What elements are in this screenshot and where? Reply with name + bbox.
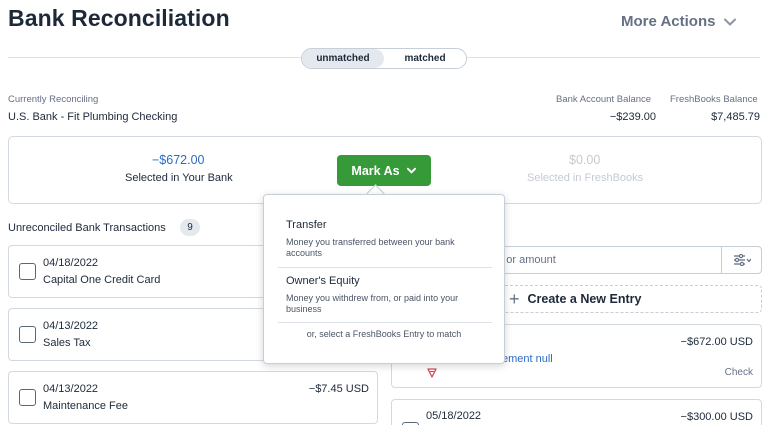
selected-bank-label: Selected in Your Bank (125, 172, 233, 184)
mark-as-button[interactable]: Mark As (337, 155, 431, 186)
pin-icon (427, 368, 437, 378)
menu-item-transfer[interactable]: Transfer Money you transferred between y… (264, 219, 504, 259)
menu-item-description: Money you withdrew from, or paid into yo… (286, 293, 459, 314)
bank-balance-value: −$239.00 (609, 111, 656, 123)
create-new-entry-button[interactable]: + Create a New Entry (486, 285, 762, 313)
toggle-matched[interactable]: matched (384, 49, 466, 68)
freshbooks-balance-value: $7,485.79 (711, 111, 760, 123)
more-actions-label: More Actions (621, 13, 716, 30)
menu-item-title: Transfer (286, 219, 327, 231)
selected-bank-amount: −$672.00 (152, 153, 205, 167)
transaction-amount: −$7.45 USD (308, 383, 369, 395)
transaction-checkbox[interactable] (19, 326, 36, 343)
menu-item-owners-equity[interactable]: Owner's Equity Money you withdrew from, … (264, 275, 504, 315)
transaction-description: Sales Tax (43, 337, 91, 349)
transaction-description: Capital One Credit Card (43, 274, 161, 286)
filter-button[interactable] (721, 247, 761, 273)
entry-date: 05/18/2022 (426, 410, 482, 422)
mark-as-menu: Transfer Money you transferred between y… (263, 194, 505, 364)
entry-search-box (486, 246, 762, 274)
entry-link[interactable]: ement null (502, 353, 553, 365)
chevron-down-icon (406, 167, 416, 174)
menu-footer-hint: or, select a FreshBooks Entry to match (306, 329, 462, 339)
account-name: U.S. Bank - Fit Plumbing Checking (8, 111, 178, 123)
transaction-checkbox[interactable] (19, 389, 36, 406)
chevron-down-icon (724, 18, 737, 26)
currently-reconciling-label: Currently Reconciling (8, 94, 99, 105)
menu-item-title: Owner's Equity (286, 275, 360, 287)
unreconciled-count-badge: 9 (180, 219, 200, 236)
freshbooks-balance-label: FreshBooks Balance (670, 94, 758, 105)
menu-divider (278, 322, 492, 323)
entry-amount: −$672.00 USD (680, 336, 753, 348)
transaction-date: 04/13/2022 (43, 320, 99, 332)
filter-sliders-icon (733, 254, 751, 266)
create-entry-label: Create a New Entry (527, 292, 642, 306)
selected-freshbooks-label: Selected in FreshBooks (527, 172, 644, 184)
menu-item-description: Money you transferred between your bank … (286, 237, 455, 258)
bank-balance-label: Bank Account Balance (556, 94, 652, 105)
transaction-checkbox[interactable] (19, 263, 36, 280)
menu-divider (278, 267, 492, 268)
view-toggle: unmatched matched (301, 48, 467, 69)
transaction-description: Maintenance Fee (43, 400, 128, 412)
transaction-date: 04/13/2022 (43, 383, 99, 395)
plus-icon: + (509, 289, 520, 309)
freshbooks-entry-row[interactable]: 05/18/2022 −$300.00 USD (391, 399, 762, 425)
transaction-date: 04/18/2022 (43, 257, 99, 269)
entry-amount: −$300.00 USD (680, 411, 753, 423)
unreconciled-title: Unreconciled Bank Transactions (8, 222, 166, 234)
more-actions-button[interactable]: More Actions (621, 13, 737, 30)
page-title: Bank Reconciliation (8, 5, 230, 31)
mark-as-label: Mark As (351, 163, 400, 178)
entry-search-input[interactable] (491, 249, 719, 271)
entry-type: Check (724, 367, 753, 378)
toggle-unmatched[interactable]: unmatched (302, 49, 384, 68)
transaction-row[interactable]: 04/13/2022 Maintenance Fee −$7.45 USD (8, 371, 378, 424)
selected-freshbooks-amount: $0.00 (569, 153, 601, 167)
